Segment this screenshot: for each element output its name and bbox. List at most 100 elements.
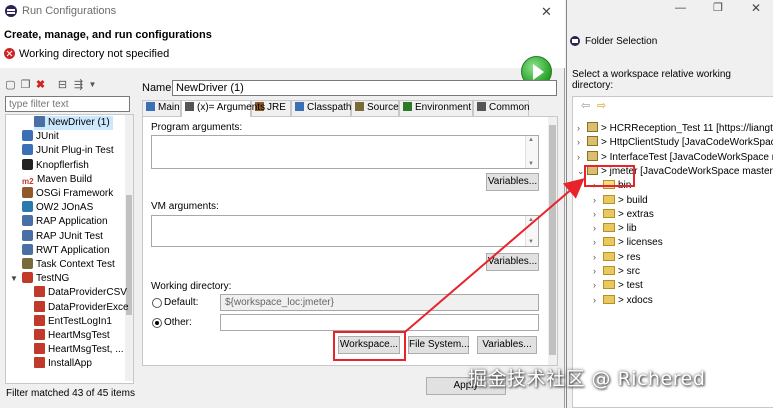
tree-node-label: > xdocs (618, 294, 653, 306)
name-field[interactable]: NewDriver (1) (172, 80, 557, 96)
tree-scrollbar[interactable] (125, 115, 133, 381)
project-node[interactable]: › > InterfaceTest [JavaCodeWorkSpace m (577, 150, 773, 164)
close-icon[interactable]: ✕ (541, 4, 552, 20)
project-icon (587, 150, 598, 161)
config-tree-item-label: DataProviderExce (48, 301, 129, 313)
filter-input[interactable] (5, 96, 130, 112)
tab-icon (295, 102, 304, 111)
file-system-button[interactable]: File System... (408, 336, 470, 354)
bin-highlight (584, 165, 635, 187)
config-tree-item[interactable]: OW2 JOnAS (22, 201, 93, 215)
tab-main[interactable]: Main (142, 100, 181, 116)
folder-icon (603, 208, 615, 218)
other-dir-field[interactable] (220, 314, 539, 331)
workspace-highlight (333, 331, 406, 361)
config-tree-item-label: EntTestLogIn1 (48, 315, 112, 327)
chevron-right-icon[interactable]: › (593, 264, 603, 278)
duplicate-config-icon[interactable]: ❐ (19, 78, 32, 92)
launch-type-icon (22, 215, 33, 227)
program-args-variables-button[interactable]: Variables... (486, 173, 539, 191)
folder-node[interactable]: › > build (593, 193, 648, 207)
tree-node-label: > HCRReception_Test 11 [https://liangta (601, 123, 773, 134)
tab-label: JRE (267, 102, 286, 113)
chevron-right-icon[interactable]: › (593, 193, 603, 207)
close-icon[interactable]: ✕ (751, 1, 761, 15)
chevron-right-icon[interactable]: › (593, 250, 603, 264)
default-radio[interactable] (152, 298, 162, 308)
config-tree-item[interactable]: InstallApp (34, 357, 92, 371)
tab-icon (146, 102, 155, 111)
tab-environment[interactable]: Environment (399, 100, 473, 116)
tab-x-arguments[interactable]: (x)= Arguments (181, 100, 265, 117)
error-message: Working directory not specified (19, 48, 170, 60)
delete-config-icon[interactable]: ✖ (34, 78, 47, 92)
folder-node[interactable]: › > test (593, 278, 643, 292)
chevron-right-icon[interactable]: › (593, 235, 603, 249)
tab-icon (355, 102, 364, 111)
working-dir-variables-button[interactable]: Variables... (477, 336, 537, 354)
chevron-right-icon[interactable]: › (577, 135, 587, 149)
folder-node[interactable]: › > extras (593, 207, 654, 221)
forward-icon[interactable]: ⇨ (597, 99, 606, 112)
chevron-down-icon[interactable]: ▼ (86, 78, 99, 92)
new-config-icon[interactable]: ▢ (4, 78, 17, 92)
program-args-scrollbar[interactable] (525, 136, 538, 168)
maximize-icon[interactable]: ❐ (713, 1, 723, 14)
config-tree-item[interactable]: Task Context Test (22, 258, 115, 272)
chevron-right-icon[interactable]: › (593, 278, 603, 292)
folder-node[interactable]: › > res (593, 250, 641, 264)
config-tree-item[interactable]: m2 Maven Build (22, 173, 92, 187)
config-tree-item[interactable]: OSGi Framework (22, 187, 113, 201)
title-bar[interactable]: Run Configurations ✕ (0, 0, 565, 22)
folder-node[interactable]: › > src (593, 264, 640, 278)
config-tree-item[interactable]: ▼ TestNG (10, 272, 69, 286)
config-tree-item[interactable]: HeartMsgTest (34, 329, 110, 343)
project-node[interactable]: › > HCRReception_Test 11 [https://liangta (577, 121, 773, 135)
minimize-icon[interactable]: — (675, 2, 686, 14)
chevron-right-icon[interactable]: › (593, 207, 603, 221)
folder-node[interactable]: › > licenses (593, 235, 663, 249)
folder-icon (603, 280, 615, 290)
panel-scroll-thumb[interactable] (549, 125, 556, 355)
vm-args-label: VM arguments: (151, 201, 219, 212)
project-node[interactable]: › > HttpClientStudy [JavaCodeWorkSpace (577, 135, 773, 149)
other-radio[interactable] (152, 318, 162, 328)
config-tree-item[interactable]: HeartMsgTest, ... (34, 343, 124, 357)
config-tree-item-label: Maven Build (37, 173, 93, 185)
chevron-right-icon[interactable]: › (593, 221, 603, 235)
vm-args-variables-button[interactable]: Variables... (486, 253, 539, 271)
config-tree-item[interactable]: DataProviderCSV (34, 286, 127, 300)
config-tree-item-label: JUnit Plug-in Test (36, 145, 114, 157)
tree-node-label: > res (618, 251, 641, 263)
config-tree-item[interactable]: RWT Application (22, 243, 110, 258)
config-tree-item[interactable]: RAP JUnit Test (22, 229, 103, 244)
config-tree-item[interactable]: RAP Application (22, 215, 108, 229)
program-args-field[interactable] (151, 135, 539, 169)
chevron-right-icon[interactable]: › (593, 293, 603, 307)
filter-icon[interactable]: ⇶ (72, 78, 85, 92)
chevron-right-icon[interactable]: › (577, 150, 587, 164)
config-tree-item[interactable]: JUnit Plug-in Test (22, 144, 114, 158)
config-tree-item[interactable]: EntTestLogIn1 (34, 314, 112, 329)
chevron-right-icon[interactable]: › (577, 121, 587, 135)
folder-title-bar[interactable]: — ❐ ✕ (567, 0, 773, 28)
config-tree-item[interactable]: DataProviderExce (34, 300, 129, 315)
collapse-all-icon[interactable]: ⊟ (56, 78, 69, 92)
config-tree-item[interactable]: Knopflerfish (22, 158, 89, 173)
launch-type-icon (34, 300, 45, 312)
folder-node[interactable]: › > xdocs (593, 293, 653, 307)
folder-node[interactable]: › > lib (593, 221, 637, 235)
tab-classpath[interactable]: Classpath (291, 100, 351, 116)
launch-type-icon (22, 258, 33, 269)
config-tree-item[interactable]: JUnit (22, 130, 59, 144)
vm-args-field[interactable] (151, 215, 539, 247)
back-icon[interactable]: ⇦ (581, 99, 590, 112)
panel-scrollbar[interactable] (548, 117, 557, 365)
other-label: Other: (164, 317, 192, 328)
vm-args-scrollbar[interactable] (525, 216, 538, 246)
tab-source[interactable]: Source (351, 100, 399, 116)
config-tree-item[interactable]: NewDriver (1) (34, 116, 113, 130)
chevron-down-icon[interactable]: ▼ (10, 272, 18, 286)
tab-icon (477, 102, 486, 111)
tab-common[interactable]: Common (473, 100, 530, 116)
